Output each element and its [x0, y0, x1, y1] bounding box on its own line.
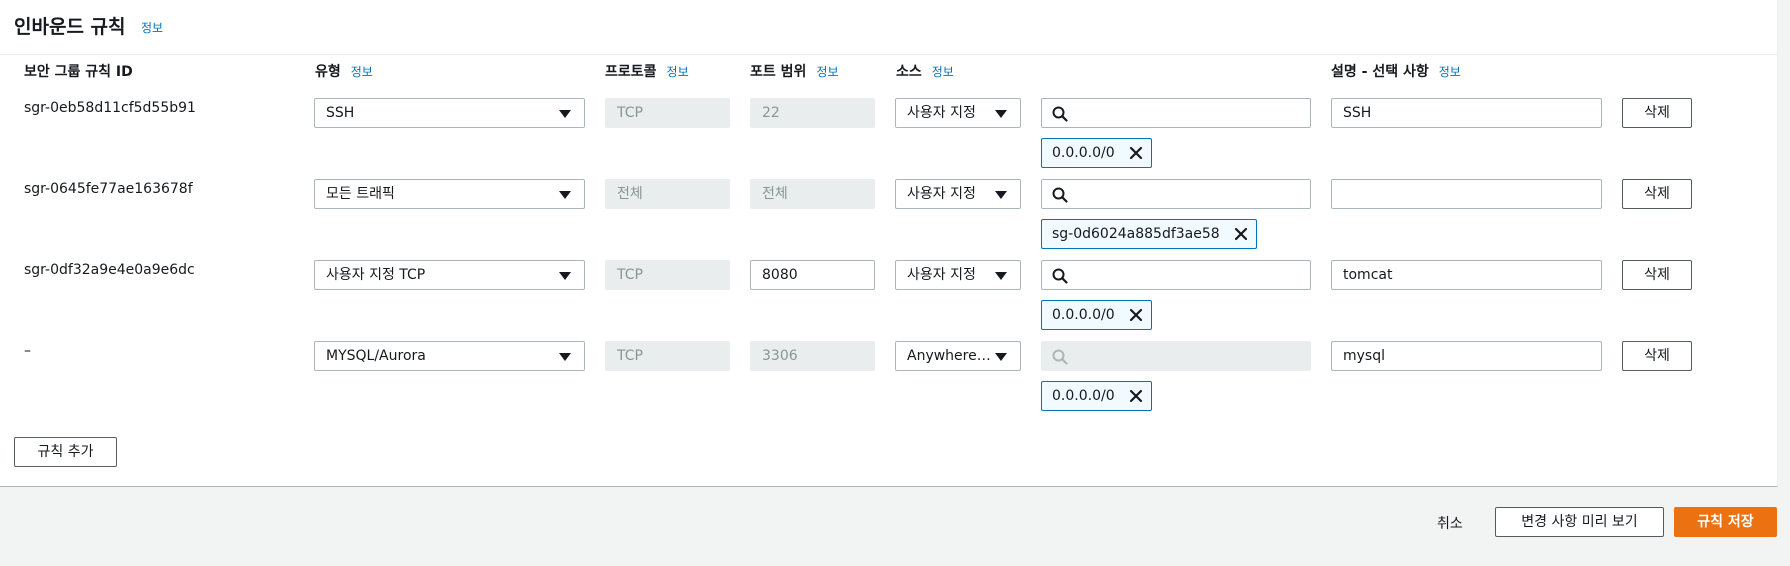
source-select-value: 사용자 지정 — [907, 186, 976, 202]
caret-down-icon — [559, 272, 571, 280]
type-select[interactable]: SSH — [314, 98, 585, 128]
source-info-link[interactable]: 정보 — [932, 65, 954, 79]
col-label-type: 유형 — [315, 64, 341, 80]
title-info-link[interactable]: 정보 — [141, 19, 163, 36]
source-select[interactable]: 사용자 지정 — [895, 98, 1021, 128]
source-search-input — [1041, 341, 1311, 371]
protocol-field: 전체 — [605, 179, 730, 209]
type-select-value: SSH — [326, 105, 355, 121]
cancel-button[interactable]: 취소 — [1437, 513, 1463, 533]
protocol-field: TCP — [605, 341, 730, 371]
description-input[interactable]: tomcat — [1331, 260, 1602, 290]
col-label-source: 소스 — [896, 64, 922, 80]
col-header-port-range: 포트 범위 정보 — [750, 61, 839, 81]
col-header-source: 소스 정보 — [896, 61, 954, 81]
token-label: sg-0d6024a885df3ae58 — [1052, 226, 1220, 242]
col-header-description: 설명 - 선택 사항 정보 — [1331, 61, 1461, 81]
type-select-value: 모든 트래픽 — [326, 186, 395, 202]
preview-changes-button[interactable]: 변경 사항 미리 보기 — [1495, 507, 1664, 537]
add-rule-button[interactable]: 규칙 추가 — [14, 437, 117, 467]
type-select[interactable]: 모든 트래픽 — [314, 179, 585, 209]
type-select[interactable]: 사용자 지정 TCP — [314, 260, 585, 290]
type-select[interactable]: MYSQL/Aurora — [314, 341, 585, 371]
rule-id: sgr-0eb58d11cf5d55b91 — [24, 100, 196, 116]
source-select-value: Anywhere-I... — [907, 348, 1000, 364]
source-select[interactable]: Anywhere-I... — [895, 341, 1021, 371]
close-icon[interactable] — [1234, 227, 1248, 241]
token-label: 0.0.0.0/0 — [1052, 388, 1115, 404]
inbound-rules-panel: 인바운드 규칙 정보 보안 그룹 규칙 ID 유형 정보 프로토콜 정보 포트 범위… — [0, 0, 1778, 487]
close-icon[interactable] — [1129, 146, 1143, 160]
caret-down-icon — [995, 191, 1007, 199]
protocol-field: TCP — [605, 98, 730, 128]
description-info-link[interactable]: 정보 — [1439, 65, 1461, 79]
description-input[interactable]: SSH — [1331, 98, 1602, 128]
col-label-port-range: 포트 범위 — [750, 64, 807, 80]
source-select-value: 사용자 지정 — [907, 267, 976, 283]
source-select-value: 사용자 지정 — [907, 105, 976, 121]
port-range-field: 전체 — [750, 179, 875, 209]
rule-id: sgr-0645fe77ae163678f — [24, 181, 193, 197]
protocol-info-link[interactable]: 정보 — [667, 65, 689, 79]
port-range-field: 3306 — [750, 341, 875, 371]
token-label: 0.0.0.0/0 — [1052, 145, 1115, 161]
panel-header: 인바운드 규칙 정보 — [0, 0, 1778, 55]
source-search-input[interactable] — [1041, 98, 1311, 128]
save-rules-button[interactable]: 규칙 저장 — [1674, 507, 1777, 537]
type-select-value: 사용자 지정 TCP — [326, 267, 426, 283]
delete-button[interactable]: 삭제 — [1622, 260, 1692, 290]
source-token: 0.0.0.0/0 — [1041, 300, 1152, 330]
protocol-field: TCP — [605, 260, 730, 290]
caret-down-icon — [559, 110, 571, 118]
description-input[interactable]: mysql — [1331, 341, 1602, 371]
source-select[interactable]: 사용자 지정 — [895, 260, 1021, 290]
port-range-field: 22 — [750, 98, 875, 128]
close-icon[interactable] — [1129, 389, 1143, 403]
caret-down-icon — [559, 353, 571, 361]
col-header-protocol: 프로토콜 정보 — [605, 61, 689, 81]
source-search-input[interactable] — [1041, 179, 1311, 209]
type-select-value: MYSQL/Aurora — [326, 348, 426, 364]
delete-button[interactable]: 삭제 — [1622, 98, 1692, 128]
col-label-rule-id: 보안 그룹 규칙 ID — [24, 64, 133, 80]
col-label-description: 설명 - 선택 사항 — [1331, 64, 1429, 80]
source-token: sg-0d6024a885df3ae58 — [1041, 219, 1257, 249]
delete-button[interactable]: 삭제 — [1622, 341, 1692, 371]
col-label-protocol: 프로토콜 — [605, 64, 657, 80]
search-icon — [1052, 268, 1068, 284]
type-info-link[interactable]: 정보 — [351, 65, 373, 79]
col-header-type: 유형 정보 — [315, 61, 373, 81]
search-icon — [1052, 106, 1068, 122]
rule-id: sgr-0df32a9e4e0a9e6dc — [24, 262, 195, 278]
port-range-info-link[interactable]: 정보 — [816, 65, 838, 79]
search-icon — [1052, 349, 1068, 365]
search-icon — [1052, 187, 1068, 203]
panel-title: 인바운드 규칙 — [14, 16, 126, 38]
caret-down-icon — [559, 191, 571, 199]
source-token: 0.0.0.0/0 — [1041, 381, 1152, 411]
caret-down-icon — [995, 272, 1007, 280]
token-label: 0.0.0.0/0 — [1052, 307, 1115, 323]
source-token: 0.0.0.0/0 — [1041, 138, 1152, 168]
source-search-input[interactable] — [1041, 260, 1311, 290]
caret-down-icon — [995, 353, 1007, 361]
close-icon[interactable] — [1129, 308, 1143, 322]
delete-button[interactable]: 삭제 — [1622, 179, 1692, 209]
port-range-input[interactable]: 8080 — [750, 260, 875, 290]
col-header-rule-id: 보안 그룹 규칙 ID — [24, 61, 133, 81]
source-select[interactable]: 사용자 지정 — [895, 179, 1021, 209]
description-input[interactable] — [1331, 179, 1602, 209]
caret-down-icon — [995, 110, 1007, 118]
rule-id: – — [24, 343, 31, 359]
